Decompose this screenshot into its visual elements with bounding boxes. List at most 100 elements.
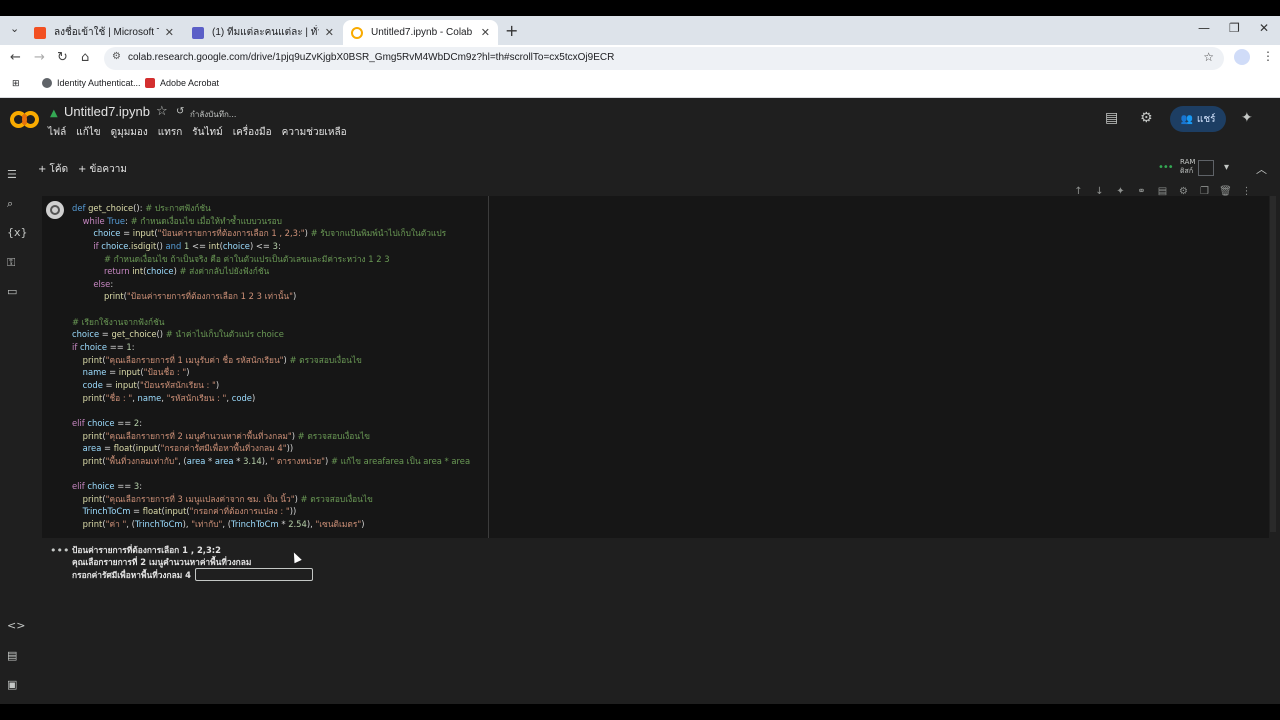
- tab-search-icon[interactable]: ⌄: [10, 22, 19, 35]
- code-line[interactable]: [72, 303, 518, 316]
- bookmark-identity[interactable]: Identity Authenticat...: [42, 78, 141, 88]
- editor-ruler: [488, 196, 489, 538]
- minimize-icon[interactable]: —: [1198, 21, 1210, 35]
- chevron-down-icon[interactable]: ▾: [1224, 162, 1229, 173]
- stdin-input[interactable]: [194, 568, 313, 581]
- drive-icon: ▲: [50, 108, 58, 119]
- browser-menu-icon[interactable]: ⋮: [1262, 49, 1274, 63]
- address-bar: ← → ↻ ⌂ ⚙ colab.research.google.com/driv…: [0, 45, 1280, 72]
- code-cell[interactable]: def get_choice(): # ประกาศฟังก์ชัน while…: [42, 196, 1269, 538]
- back-icon[interactable]: ←: [10, 50, 21, 65]
- cell-toolbar: ↑ ↓ ✦ ⚭ ▤ ⚙ ❐ 🗑 ⋮: [1068, 186, 1258, 204]
- terminal-icon[interactable]: ▣: [7, 678, 17, 691]
- close-tab-icon[interactable]: ✕: [325, 26, 334, 39]
- apps-grid-icon[interactable]: ⊞: [12, 78, 20, 89]
- menu-tools[interactable]: เครื่องมือ: [233, 125, 272, 140]
- code-line[interactable]: print("ชื่อ : ", name, "รหัสนักเรียน : "…: [72, 392, 518, 405]
- code-line[interactable]: print("ป้อนค่ารายการที่ต้องการเลือก 1 2 …: [72, 290, 518, 303]
- maximize-icon[interactable]: ❐: [1229, 21, 1240, 35]
- code-line[interactable]: print("คุณเลือกรายการที่ 2 เมนูคำนวนหาค่…: [72, 430, 518, 443]
- move-up-icon[interactable]: ↑: [1068, 186, 1089, 204]
- code-line[interactable]: print("ค่า ", (TrinchToCm), "เท่ากับ", (…: [72, 518, 518, 531]
- left-sidebar: ☰ ⌕ {x} ⚿ ▭ <> ▤ ▣: [0, 158, 28, 704]
- gemini-icon[interactable]: ✦: [1110, 186, 1131, 204]
- add-code-button[interactable]: + โค้ด: [38, 162, 68, 177]
- more-icon[interactable]: ⋮: [1236, 186, 1257, 204]
- bookmark-adobe[interactable]: Adobe Acrobat: [145, 78, 219, 88]
- add-text-button[interactable]: + ข้อความ: [78, 162, 127, 177]
- code-editor[interactable]: def get_choice(): # ประกาศฟังก์ชัน while…: [72, 202, 518, 538]
- toc-icon[interactable]: ☰: [7, 168, 17, 181]
- tab-teams-general[interactable]: (1) ทีมแต่ละคนแต่ละ | ทั่วไป | Microsoft…: [184, 20, 342, 45]
- close-tab-icon[interactable]: ✕: [165, 26, 174, 39]
- comment-icon[interactable]: ▤: [1105, 110, 1118, 126]
- code-line[interactable]: area = float(input("กรอกค่ารัศมีเพื่อหาพ…: [72, 442, 518, 455]
- reload-icon[interactable]: ↻: [57, 50, 68, 65]
- home-icon[interactable]: ⌂: [81, 50, 89, 65]
- find-icon[interactable]: ⌕: [7, 197, 13, 211]
- code-line[interactable]: if choice.isdigit() and 1 <= int(choice)…: [72, 240, 518, 253]
- code-line[interactable]: # เรียกใช้งานจากฟังก์ชัน: [72, 316, 518, 329]
- settings-icon[interactable]: ⚙: [1173, 186, 1194, 204]
- profile-avatar[interactable]: [1234, 49, 1250, 65]
- tab-bar: ⌄ ลงชื่อเข้าใช้ | Microsoft Teams ✕ (1) …: [0, 16, 1280, 45]
- code-line[interactable]: [72, 404, 518, 417]
- menu-edit[interactable]: แก้ไข: [76, 125, 100, 140]
- code-line[interactable]: elif choice == 2:: [72, 417, 518, 430]
- tab-colab[interactable]: Untitled7.ipynb - Colab ✕: [343, 20, 498, 45]
- connected-status-icon: •••: [1158, 162, 1174, 173]
- code-line[interactable]: [72, 467, 518, 480]
- secrets-key-icon[interactable]: ⚿: [7, 256, 15, 270]
- bookmark-star-icon[interactable]: ☆: [1203, 50, 1214, 64]
- run-cell-button[interactable]: [46, 201, 64, 219]
- adobe-icon: [145, 78, 155, 88]
- code-snippets-icon[interactable]: <>: [7, 619, 25, 632]
- output-menu-icon[interactable]: •••: [50, 544, 69, 557]
- code-line[interactable]: # กำหนดเงื่อนไข ถ้าเป็นจริง คือ ค่าในตัว…: [72, 253, 518, 266]
- menu-insert[interactable]: แทรก: [158, 125, 182, 140]
- gemini-sparkle-icon[interactable]: ✦: [1241, 110, 1253, 126]
- comment-icon[interactable]: ▤: [1152, 186, 1173, 204]
- menu-file[interactable]: ไฟล์: [48, 125, 66, 140]
- code-line[interactable]: while True: # กำหนดเงื่อนไข เมื่อให้ทำซ้…: [72, 215, 518, 228]
- menu-help[interactable]: ความช่วยเหลือ: [282, 125, 347, 140]
- menu-view[interactable]: ดูมุมมอง: [111, 125, 148, 140]
- colab-logo[interactable]: [10, 108, 40, 130]
- move-down-icon[interactable]: ↓: [1089, 186, 1110, 204]
- star-icon[interactable]: ☆: [156, 104, 168, 119]
- close-tab-icon[interactable]: ✕: [481, 26, 490, 39]
- delete-icon[interactable]: 🗑: [1215, 186, 1236, 204]
- code-line[interactable]: if choice == 1:: [72, 341, 518, 354]
- notebook-title[interactable]: Untitled7.ipynb: [64, 104, 150, 119]
- code-line[interactable]: print("คุณเลือกรายการที่ 1 เมนูรับค่า ชื…: [72, 354, 518, 367]
- sync-icon: ↺: [176, 106, 185, 117]
- command-palette-icon[interactable]: ▤: [7, 649, 17, 662]
- code-line[interactable]: name = input("ป้อนชื่อ : "): [72, 366, 518, 379]
- code-line[interactable]: else:: [72, 278, 518, 291]
- variables-icon[interactable]: {x}: [7, 226, 28, 239]
- site-info-icon[interactable]: ⚙: [112, 51, 121, 62]
- code-line[interactable]: choice = input("ป้อนค่ารายการที่ต้องการเ…: [72, 227, 518, 240]
- code-line[interactable]: return int(choice) # ส่งค่ากลับไปยังฟังก…: [72, 265, 518, 278]
- code-line[interactable]: print("พื้นที่วงกลมเท่ากับ", (area * are…: [72, 455, 518, 468]
- mirror-icon[interactable]: ❐: [1194, 186, 1215, 204]
- share-button[interactable]: 👥 แชร์: [1170, 106, 1226, 132]
- scrollbar[interactable]: [1270, 196, 1276, 532]
- url-omnibox[interactable]: ⚙ colab.research.google.com/drive/1pjq9u…: [104, 47, 1224, 70]
- settings-icon[interactable]: ⚙: [1140, 110, 1153, 126]
- code-line[interactable]: def get_choice(): # ประกาศฟังก์ชัน: [72, 202, 518, 215]
- code-line[interactable]: TrinchToCm = float(input("กรอกค่าที่ต้อง…: [72, 505, 518, 518]
- tab-teams-signin[interactable]: ลงชื่อเข้าใช้ | Microsoft Teams ✕: [26, 20, 182, 45]
- files-folder-icon[interactable]: ▭: [7, 285, 17, 298]
- code-line[interactable]: choice = get_choice() # นำค่าไปเก็บในตัว…: [72, 328, 518, 341]
- code-line[interactable]: print("คุณเลือกรายการที่ 3 เมนูแปลงค่าจา…: [72, 493, 518, 506]
- new-tab-icon[interactable]: +: [505, 21, 518, 40]
- menu-runtime[interactable]: รันไทม์: [192, 125, 222, 140]
- link-icon[interactable]: ⚭: [1131, 186, 1152, 204]
- forward-icon[interactable]: →: [34, 50, 45, 65]
- code-line[interactable]: elif choice == 3:: [72, 480, 518, 493]
- code-line[interactable]: code = input("ป้อนรหัสนักเรียน : "): [72, 379, 518, 392]
- close-window-icon[interactable]: ✕: [1259, 21, 1269, 35]
- chevron-up-icon[interactable]: ︿: [1256, 161, 1267, 177]
- ram-disk-indicator[interactable]: ••• RAM ดิสก์: [1158, 158, 1218, 180]
